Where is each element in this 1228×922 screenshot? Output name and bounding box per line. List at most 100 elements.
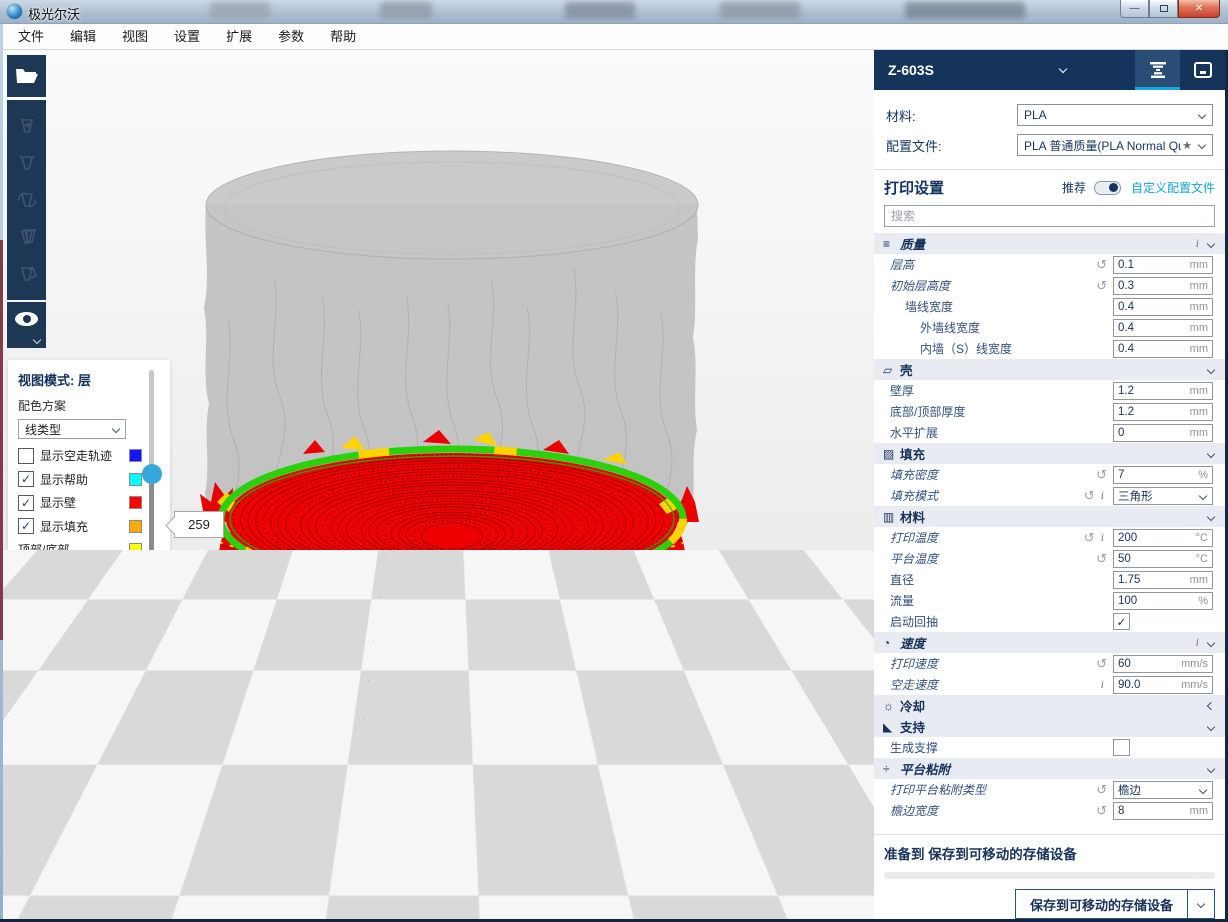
setting-input[interactable]: 0.4mm <box>1113 340 1213 358</box>
progress-track <box>884 872 1215 879</box>
setting-input[interactable]: 0.4mm <box>1113 319 1213 337</box>
material-label: 材料: <box>886 106 916 125</box>
setting-input[interactable]: 1.2mm <box>1113 403 1213 421</box>
section-header-速度[interactable]: ◔速度i <box>874 632 1225 653</box>
setting-unit: mm <box>1190 574 1208 586</box>
chevron-down-icon <box>1199 785 1207 793</box>
brand-logo: 极光尔沃® JGAURORA <box>27 890 117 913</box>
edit-name-icon[interactable]: ✎ <box>854 845 866 861</box>
reset-icon[interactable]: ↺ <box>1096 468 1107 481</box>
legend-checkbox[interactable]: ✓ <box>18 518 34 534</box>
layer-slider-top-handle[interactable] <box>142 464 162 484</box>
setting-select[interactable]: 檐边 <box>1113 781 1213 799</box>
setting-input[interactable]: 0.4mm <box>1113 298 1213 316</box>
open-file-button[interactable] <box>7 55 46 97</box>
material-select[interactable]: PLA <box>1017 104 1213 126</box>
setting-checkbox[interactable]: ✓ <box>1113 613 1130 630</box>
setting-input[interactable]: 0mm <box>1113 424 1213 442</box>
star-icon: ★ <box>1181 139 1192 152</box>
reset-icon[interactable]: ↺ <box>1084 489 1095 502</box>
support-icon: ◣ <box>883 720 900 734</box>
reset-icon[interactable]: ↺ <box>1096 552 1107 565</box>
custom-profile-link[interactable]: 自定义配置文件 <box>1131 179 1215 196</box>
section-header-支持[interactable]: ◣支持 <box>874 716 1225 737</box>
menu-item-4[interactable]: 扩展 <box>213 24 265 50</box>
section-header-材料[interactable]: ▥材料 <box>874 506 1225 527</box>
menu-item-3[interactable]: 设置 <box>161 24 213 50</box>
setting-row-初始层高度: 初始层高度↺0.3mm <box>874 275 1225 296</box>
menu-item-1[interactable]: 编辑 <box>57 24 109 50</box>
setting-input[interactable]: 60mm/s <box>1113 655 1213 673</box>
section-header-填充[interactable]: ▨填充 <box>874 443 1225 464</box>
color-scheme-value: 线类型 <box>25 421 61 438</box>
save-to-removable-button[interactable]: 保存到可移动的存储设备 <box>1015 889 1188 919</box>
setting-input[interactable]: 90.0mm/s <box>1113 676 1213 694</box>
menu-item-0[interactable]: 文件 <box>5 24 57 50</box>
reset-icon[interactable]: ↺ <box>1096 783 1107 796</box>
view-mode-title: 视图模式: 层 <box>18 370 170 389</box>
save-options-caret[interactable] <box>1188 889 1215 919</box>
setting-input[interactable]: 100% <box>1113 592 1213 610</box>
setting-label: 墙线宽度 <box>874 298 1113 315</box>
setting-input[interactable]: 1.75mm <box>1113 571 1213 589</box>
setting-input[interactable]: 50°C <box>1113 550 1213 568</box>
scale-tool-icon[interactable] <box>15 151 39 175</box>
recommended-label: 推荐 <box>1062 179 1086 196</box>
output-footer: 准备到 保存到可移动的存储设备 保存到可移动的存储设备 <box>874 834 1225 919</box>
recommended-toggle[interactable] <box>1094 181 1121 195</box>
menu-item-2[interactable]: 视图 <box>109 24 161 50</box>
setting-input[interactable]: 8mm <box>1113 802 1213 820</box>
layer-slider-bottom-handle[interactable] <box>142 561 162 581</box>
close-button[interactable]: ✕ <box>1178 0 1220 18</box>
per-model-settings-icon[interactable] <box>15 262 39 286</box>
legend-checkbox[interactable] <box>18 448 34 464</box>
section-header-质量[interactable]: ≡质量i <box>874 233 1225 254</box>
setting-input[interactable]: 7% <box>1113 466 1213 484</box>
reset-icon[interactable]: ↺ <box>1096 657 1107 670</box>
translate-tool-icon[interactable] <box>15 114 39 138</box>
chevron-down-icon <box>1198 141 1206 149</box>
section-title: 平台粘附 <box>900 759 1208 778</box>
reset-icon[interactable]: ↺ <box>1096 258 1107 271</box>
setting-select[interactable]: 三角形 <box>1113 487 1213 505</box>
setting-input[interactable]: 0.3mm <box>1113 277 1213 295</box>
profile-select[interactable]: PLA 普通质量(PLA Normal Qua ★ <box>1017 134 1213 156</box>
prepare-tab-tab[interactable] <box>1135 50 1180 90</box>
legend-checkbox[interactable]: ✓ <box>18 471 34 487</box>
mirror-tool-icon[interactable] <box>15 225 39 249</box>
setting-row-打印温度: 打印温度↺i200°C <box>874 527 1225 548</box>
search-input[interactable] <box>885 209 1214 223</box>
setting-row-填充模式: 填充模式↺i三角形 <box>874 485 1225 506</box>
setting-input[interactable]: 0.1mm <box>1113 256 1213 274</box>
menu-item-5[interactable]: 参数 <box>265 24 317 50</box>
chevron-down-icon <box>1207 722 1215 730</box>
desktop-blur <box>210 2 270 19</box>
color-scheme-select[interactable]: 线类型 <box>18 419 126 439</box>
reset-icon[interactable]: ↺ <box>1084 531 1095 544</box>
view-mode-button[interactable] <box>7 302 46 348</box>
setting-input[interactable]: 1.2mm <box>1113 382 1213 400</box>
setting-input[interactable]: 200°C <box>1113 529 1213 547</box>
minimize-button[interactable]: — <box>1120 0 1149 18</box>
setting-label: 启动回抽 <box>874 613 1113 630</box>
chevron-down-icon <box>1198 111 1206 119</box>
reset-icon[interactable]: ↺ <box>1096 804 1107 817</box>
setting-checkbox[interactable] <box>1113 739 1130 756</box>
legend-checkbox[interactable]: ✓ <box>18 495 34 511</box>
section-header-冷却[interactable]: ☼冷却 <box>874 695 1225 716</box>
setting-value: 1.2 <box>1118 385 1190 397</box>
restore-button[interactable] <box>1149 0 1178 18</box>
layer-number-tooltip: 259 <box>174 511 224 538</box>
chevron-down-icon[interactable] <box>1059 65 1067 73</box>
rotate-tool-icon[interactable] <box>15 188 39 212</box>
section-header-平台粘附[interactable]: ÷平台粘附 <box>874 758 1225 779</box>
app-window: 极光尔沃 — ✕ 文件编辑视图设置扩展参数帮助 视图模式: 层 配色方案 <box>0 0 1228 922</box>
setting-row-墙线宽度: 墙线宽度0.4mm <box>874 296 1225 317</box>
3d-viewport[interactable]: 视图模式: 层 配色方案 线类型 显示空走轨迹✓显示帮助✓显示壁✓显示填充顶部/… <box>3 50 874 919</box>
menu-item-6[interactable]: 帮助 <box>317 24 369 50</box>
monitor-tab-tab[interactable] <box>1180 50 1225 90</box>
print-time: 13时33分 <box>679 898 732 912</box>
section-header-壳[interactable]: ▱壳 <box>874 359 1225 380</box>
reset-icon[interactable]: ↺ <box>1096 279 1107 292</box>
setting-label: 填充密度 <box>874 466 1096 483</box>
